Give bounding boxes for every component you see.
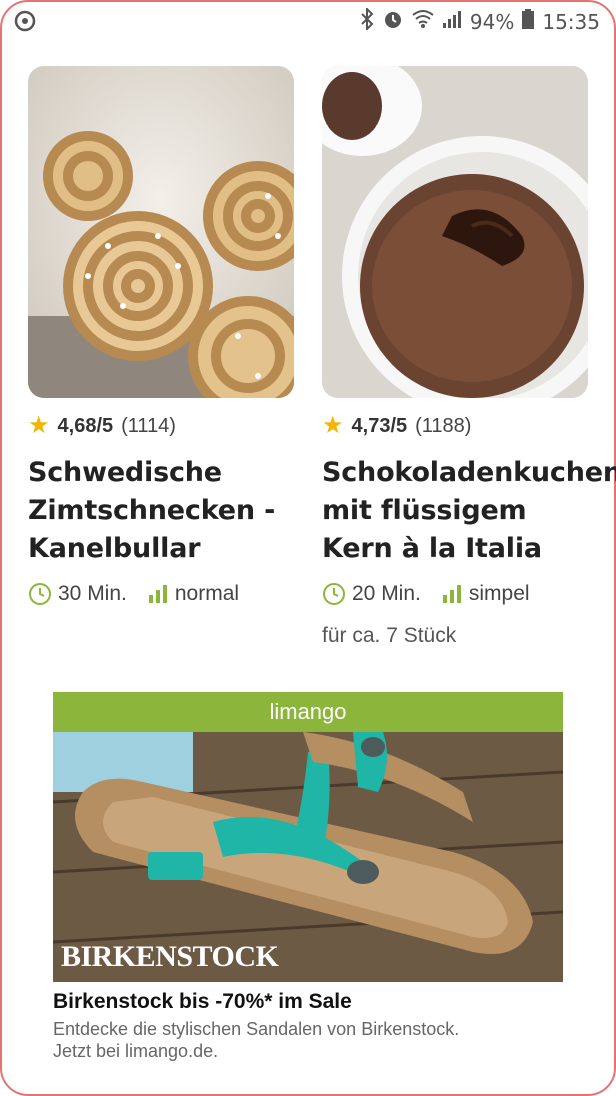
recipe-card[interactable]: ★ 4,68/5 (1114) Schwedische Zimtschnecke… xyxy=(28,66,296,606)
rating-score: 4,68/5 xyxy=(57,414,114,437)
ad-brand-name: limango xyxy=(269,699,347,724)
clock: 15:35 xyxy=(542,9,600,34)
battery-icon xyxy=(522,9,535,34)
alarm-icon xyxy=(382,8,404,35)
difficulty: simpel xyxy=(468,582,530,605)
prep-time: 20 Min. xyxy=(352,582,421,605)
ad-banner[interactable]: limango BIRKENSTOCK Birkenstock bis -70%… xyxy=(53,692,563,1062)
recipe-image-cinnamon-rolls[interactable] xyxy=(28,66,294,398)
ad-logo-text: BIRKENSTOCK xyxy=(61,940,279,973)
recipe-title[interactable]: Schokoladenkuchen mit flüssigem Kern à l… xyxy=(322,454,616,568)
difficulty: normal xyxy=(174,582,240,605)
star-icon: ★ xyxy=(28,412,50,439)
ad-image-sandals[interactable]: BIRKENSTOCK xyxy=(53,732,563,982)
clock-icon xyxy=(322,582,346,606)
recipe-meta: 20 Min. simpel xyxy=(322,582,590,606)
recipe-meta: 30 Min. normal xyxy=(28,582,296,606)
clock-icon xyxy=(28,582,52,606)
recipe-card[interactable]: ★ 4,73/5 (1188) Schokoladenkuchen mit fl… xyxy=(322,66,616,648)
yield-note: für ca. 7 Stück xyxy=(322,624,457,647)
rating-score: 4,73/5 xyxy=(351,414,408,437)
status-bar: 94% 15:35 xyxy=(0,0,616,44)
recipe-title[interactable]: Schwedische Zimtschnecken - Kanelbullar xyxy=(28,454,296,568)
prep-time: 30 Min. xyxy=(58,582,127,605)
settings-icon xyxy=(14,10,36,37)
difficulty-icon xyxy=(147,583,169,605)
rating: ★ 4,73/5 (1188) xyxy=(322,414,590,438)
bluetooth-icon xyxy=(360,6,374,35)
difficulty-icon xyxy=(441,583,463,605)
signal-icon xyxy=(442,9,462,34)
recipe-image-chocolate-cake[interactable] xyxy=(322,66,588,398)
rating-count: (1188) xyxy=(415,414,472,437)
ad-headline[interactable]: Birkenstock bis -70%* im Sale xyxy=(53,990,563,1014)
wifi-icon xyxy=(412,9,434,34)
star-icon: ★ xyxy=(322,412,344,439)
rating-count: (1114) xyxy=(121,414,176,437)
battery-percent: 94% xyxy=(469,9,515,34)
ad-brand-bar: limango xyxy=(53,692,563,732)
rating: ★ 4,68/5 (1114) xyxy=(28,414,296,438)
ad-body: Entdecke die stylischen Sandalen von Bir… xyxy=(53,1019,460,1061)
